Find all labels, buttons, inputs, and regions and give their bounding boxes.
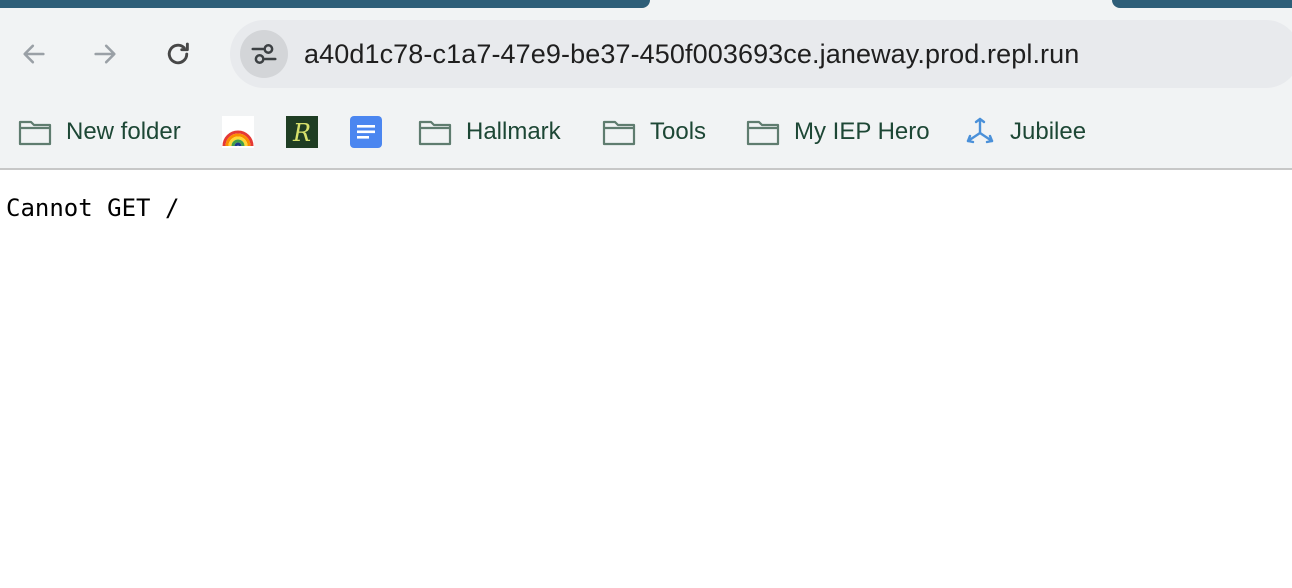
error-message: Cannot GET / [6,194,180,222]
bookmark-label: My IEP Hero [794,118,930,145]
browser-toolbar: a40d1c78-c1a7-47e9-be37-450f003693ce.jan… [0,8,1292,100]
arrow-left-icon [23,44,45,64]
forward-button[interactable] [87,36,123,72]
rainbow-favicon [222,116,254,148]
bookmark-label: Hallmark [466,118,561,145]
tab-left[interactable] [0,0,650,8]
bookmark-new-folder[interactable]: New folder [18,112,181,152]
bookmark-label: New folder [66,118,181,145]
tab-right[interactable] [1112,0,1292,8]
reload-icon [167,42,189,65]
tab-strip [0,0,1292,8]
jubilee-favicon [966,117,994,144]
bookmark-tools[interactable]: Tools [602,112,706,152]
r-logo-favicon: R [286,116,318,148]
bookmark-rainbow[interactable] [222,112,254,152]
bookmark-jubilee[interactable]: Jubilee [964,112,1086,152]
tune-icon [251,44,277,64]
folder-icon [602,120,636,146]
bookmark-hallmark[interactable]: Hallmark [418,112,561,152]
folder-icon [746,120,780,146]
svg-text:R: R [292,119,311,147]
site-info-button[interactable] [240,30,288,78]
folder-icon [18,120,52,146]
bookmark-my-iep-hero[interactable]: My IEP Hero [746,112,930,152]
bookmark-google-docs[interactable] [350,112,382,152]
google-docs-favicon [350,116,382,148]
bookmark-label: Tools [650,118,707,145]
url-text[interactable]: a40d1c78-c1a7-47e9-be37-450f003693ce.jan… [304,20,1079,88]
folder-icon [418,120,452,146]
arrow-right-icon [94,44,116,64]
back-button[interactable] [16,36,52,72]
reload-button[interactable] [160,36,196,72]
bookmark-r-logo[interactable]: R [286,112,318,152]
address-bar[interactable]: a40d1c78-c1a7-47e9-be37-450f003693ce.jan… [230,20,1292,88]
bookmark-label: Jubilee [1010,118,1087,145]
bookmarks-bar: New folder R Hallmark Tools My IEP Hero … [0,100,1292,170]
